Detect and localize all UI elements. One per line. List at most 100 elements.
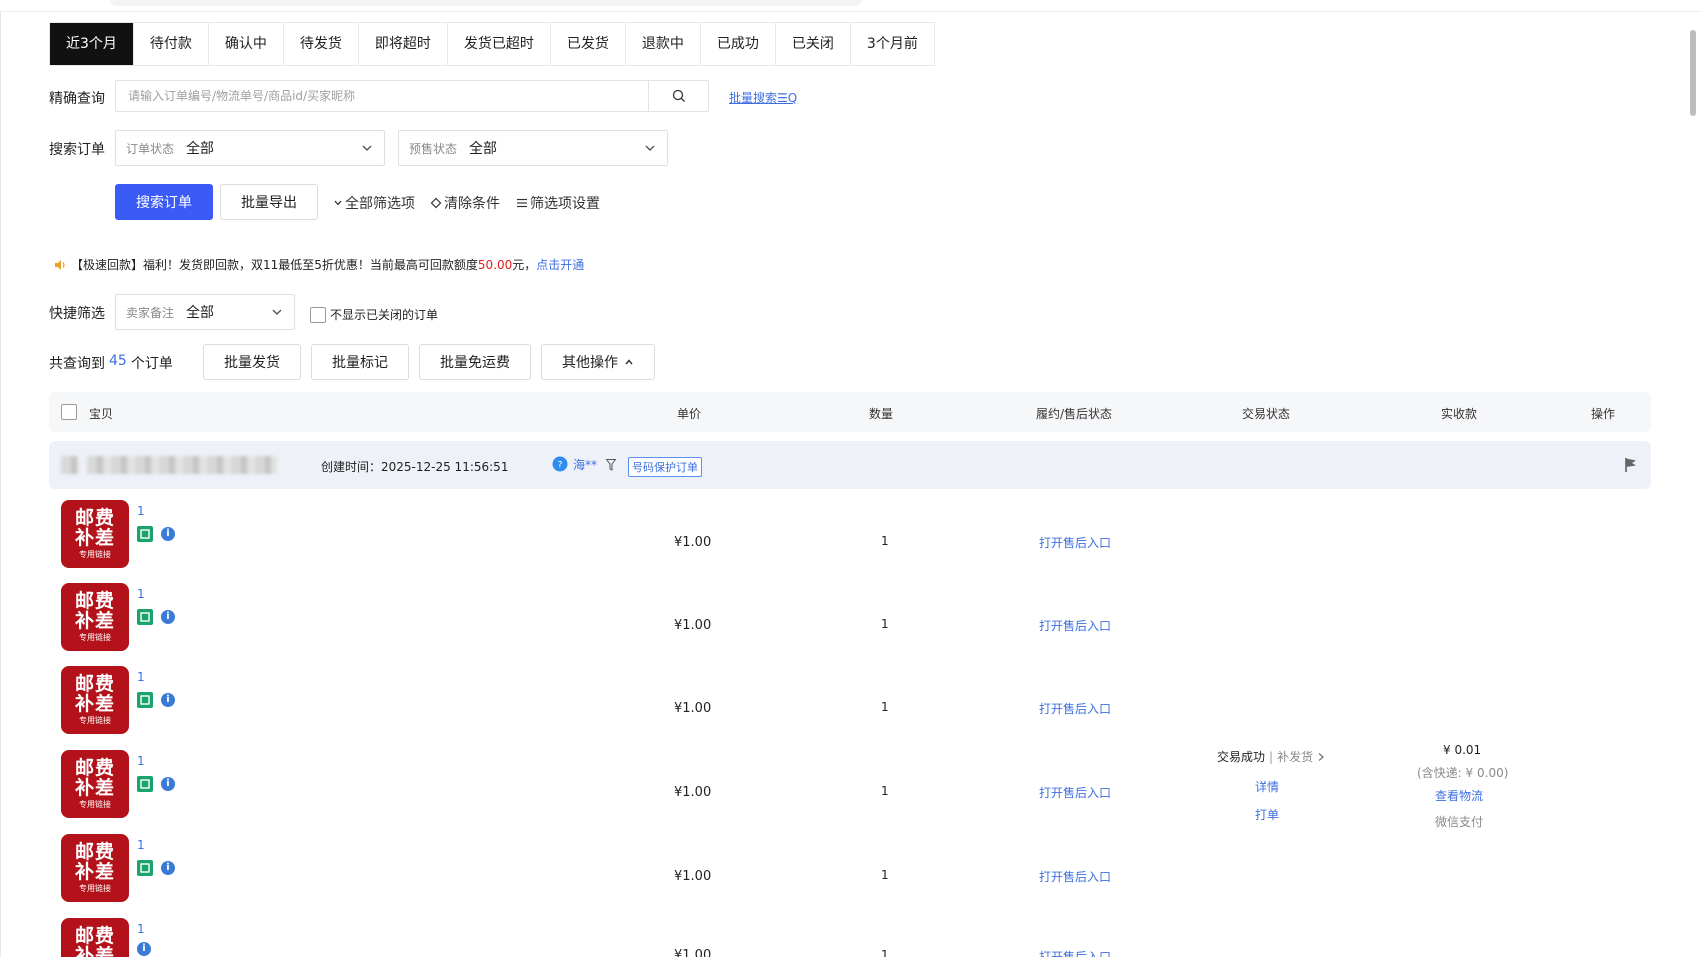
info-icon[interactable]: i xyxy=(161,861,175,875)
chevron-right-icon xyxy=(1318,752,1325,761)
batch-search-link[interactable]: 批量搜索☰Q xyxy=(729,89,797,106)
all-filters-toggle[interactable]: 全部筛选项 xyxy=(333,193,415,213)
exact-search-label: 精确查询 xyxy=(49,91,105,107)
flag-icon[interactable] xyxy=(1624,457,1638,473)
order-created-time: 创建时间：2025-12-25 11:56:51 xyxy=(321,460,509,474)
info-icon[interactable]: i xyxy=(161,693,175,707)
top-bar-pill xyxy=(110,0,862,6)
batch-ship-button[interactable]: 批量发货 xyxy=(203,344,301,380)
notice-enable-link[interactable]: 点击开通 xyxy=(536,256,584,273)
product-thumbnail[interactable]: 邮费 补差 专用链接 xyxy=(61,750,129,818)
view-logistics-link[interactable]: 查看物流 xyxy=(1435,787,1483,804)
order-status-tabs: 近3个月 待付款 确认中 待发货 即将超时 发货已超时 已发货 退款中 已成功 … xyxy=(49,22,935,66)
item-icons: i xyxy=(137,526,175,542)
open-after-sale-link[interactable]: 打开售后入口 xyxy=(1039,617,1111,634)
open-after-sale-link[interactable]: 打开售后入口 xyxy=(1039,534,1111,551)
thumb-line3: 专用链接 xyxy=(79,633,111,642)
item-unit-price: ¥1.00 xyxy=(674,785,712,800)
more-operations-button[interactable]: 其他操作 xyxy=(541,344,655,380)
result-summary: 共查询到 45 个订单 xyxy=(49,353,173,373)
item-unit-price: ¥1.00 xyxy=(674,618,712,633)
thumb-line1: 邮费 xyxy=(74,590,115,612)
info-icon[interactable]: i xyxy=(137,942,151,956)
tab-shipped[interactable]: 已发货 xyxy=(550,23,626,65)
info-icon[interactable]: i xyxy=(161,610,175,624)
order-status-select-label: 订单状态 xyxy=(126,141,175,156)
item-number[interactable]: 1 xyxy=(137,838,145,852)
presale-status-select-value: 全部 xyxy=(469,141,498,157)
result-summary-suffix: 个订单 xyxy=(130,356,173,372)
item-number[interactable]: 1 xyxy=(137,754,145,768)
product-thumbnail[interactable]: 邮费 补差 专用链接 xyxy=(61,500,129,568)
product-thumbnail[interactable]: 邮费 补差 专用链接 xyxy=(61,918,129,957)
tab-older-than-3-months[interactable]: 3个月前 xyxy=(850,23,934,65)
open-after-sale-link[interactable]: 打开售后入口 xyxy=(1039,700,1111,717)
open-after-sale-link[interactable]: 打开售后入口 xyxy=(1039,784,1111,801)
filter-settings-button[interactable]: 筛选项设置 xyxy=(516,193,600,213)
clear-conditions-label: 清除条件 xyxy=(444,196,500,212)
speaker-icon xyxy=(55,259,65,270)
exact-search-input[interactable] xyxy=(116,81,648,111)
item-unit-price: ¥1.00 xyxy=(674,948,712,957)
item-number[interactable]: 1 xyxy=(137,670,145,684)
select-all-checkbox[interactable] xyxy=(61,404,77,420)
product-badge-icon xyxy=(137,526,153,542)
redacted-order-id xyxy=(87,456,277,474)
item-number[interactable]: 1 xyxy=(137,587,145,601)
thumb-line2: 补差 xyxy=(74,861,115,883)
redacted-block xyxy=(61,456,79,474)
batch-mark-button[interactable]: 批量标记 xyxy=(311,344,409,380)
hide-closed-checkbox[interactable] xyxy=(310,306,326,323)
tab-pending-payment[interactable]: 待付款 xyxy=(133,23,209,65)
tab-succeeded[interactable]: 已成功 xyxy=(700,23,776,65)
eraser-icon xyxy=(430,197,442,209)
thumb-line3: 专用链接 xyxy=(79,716,111,725)
tab-about-to-timeout[interactable]: 即将超时 xyxy=(358,23,448,65)
batch-free-shipping-button[interactable]: 批量免运费 xyxy=(419,344,531,380)
filter-icon[interactable] xyxy=(606,459,616,471)
thumb-line3: 专用链接 xyxy=(79,884,111,893)
header-item: 宝贝 xyxy=(89,407,114,421)
item-unit-price: ¥1.00 xyxy=(674,701,712,716)
item-number[interactable]: 1 xyxy=(137,922,145,936)
seller-note-select[interactable]: 卖家备注 全部 xyxy=(115,294,295,330)
order-status-select-value: 全部 xyxy=(186,141,215,157)
open-after-sale-link[interactable]: 打开售后入口 xyxy=(1039,868,1111,885)
clear-conditions-button[interactable]: 清除条件 xyxy=(430,193,500,213)
chevron-down-icon xyxy=(272,309,282,315)
exact-search-box xyxy=(115,80,709,112)
header-received: 实收款 xyxy=(1441,407,1478,421)
search-orders-button[interactable]: 搜索订单 xyxy=(115,184,213,220)
order-detail-link[interactable]: 详情 xyxy=(1255,778,1279,795)
hide-closed-option[interactable]: 不显示已关闭的订单 xyxy=(310,306,438,323)
print-label-link[interactable]: 打单 xyxy=(1255,806,1279,823)
product-thumbnail[interactable]: 邮费 补差 专用链接 xyxy=(61,666,129,734)
thumb-line3: 专用链接 xyxy=(79,550,111,559)
item-icons: i xyxy=(137,942,151,956)
search-icon-button[interactable] xyxy=(648,81,708,111)
info-icon[interactable]: i xyxy=(161,527,175,541)
seller-note-select-value: 全部 xyxy=(186,305,215,321)
buyer-name[interactable]: 海** xyxy=(573,456,597,473)
order-status-select[interactable]: 订单状态 全部 xyxy=(115,130,385,166)
chat-icon[interactable]: ? xyxy=(552,456,568,472)
presale-status-select[interactable]: 预售状态 全部 xyxy=(398,130,668,166)
tab-closed[interactable]: 已关闭 xyxy=(775,23,851,65)
product-badge-icon xyxy=(137,860,153,876)
resend-goods-link[interactable]: 补发货 xyxy=(1277,748,1313,765)
product-thumbnail[interactable]: 邮费 补差 专用链接 xyxy=(61,583,129,651)
tab-pending-shipment[interactable]: 待发货 xyxy=(283,23,359,65)
tab-refunding[interactable]: 退款中 xyxy=(625,23,701,65)
scrollbar[interactable] xyxy=(1690,30,1696,116)
tab-confirming[interactable]: 确认中 xyxy=(208,23,284,65)
item-quantity: 1 xyxy=(881,868,889,882)
top-bar xyxy=(0,0,1701,12)
tab-recent-3-months[interactable]: 近3个月 xyxy=(50,23,134,65)
open-after-sale-link[interactable]: 打开售后入口 xyxy=(1039,948,1111,957)
item-number[interactable]: 1 xyxy=(137,504,145,518)
batch-export-button[interactable]: 批量导出 xyxy=(220,184,318,220)
fast-payback-notice: 【极速回款】福利！发货即回款，双11最低至5折优惠！当前最高可回款额度 50.0… xyxy=(54,256,584,273)
tab-shipment-timeout[interactable]: 发货已超时 xyxy=(447,23,551,65)
info-icon[interactable]: i xyxy=(161,777,175,791)
product-thumbnail[interactable]: 邮费 补差 专用链接 xyxy=(61,834,129,902)
